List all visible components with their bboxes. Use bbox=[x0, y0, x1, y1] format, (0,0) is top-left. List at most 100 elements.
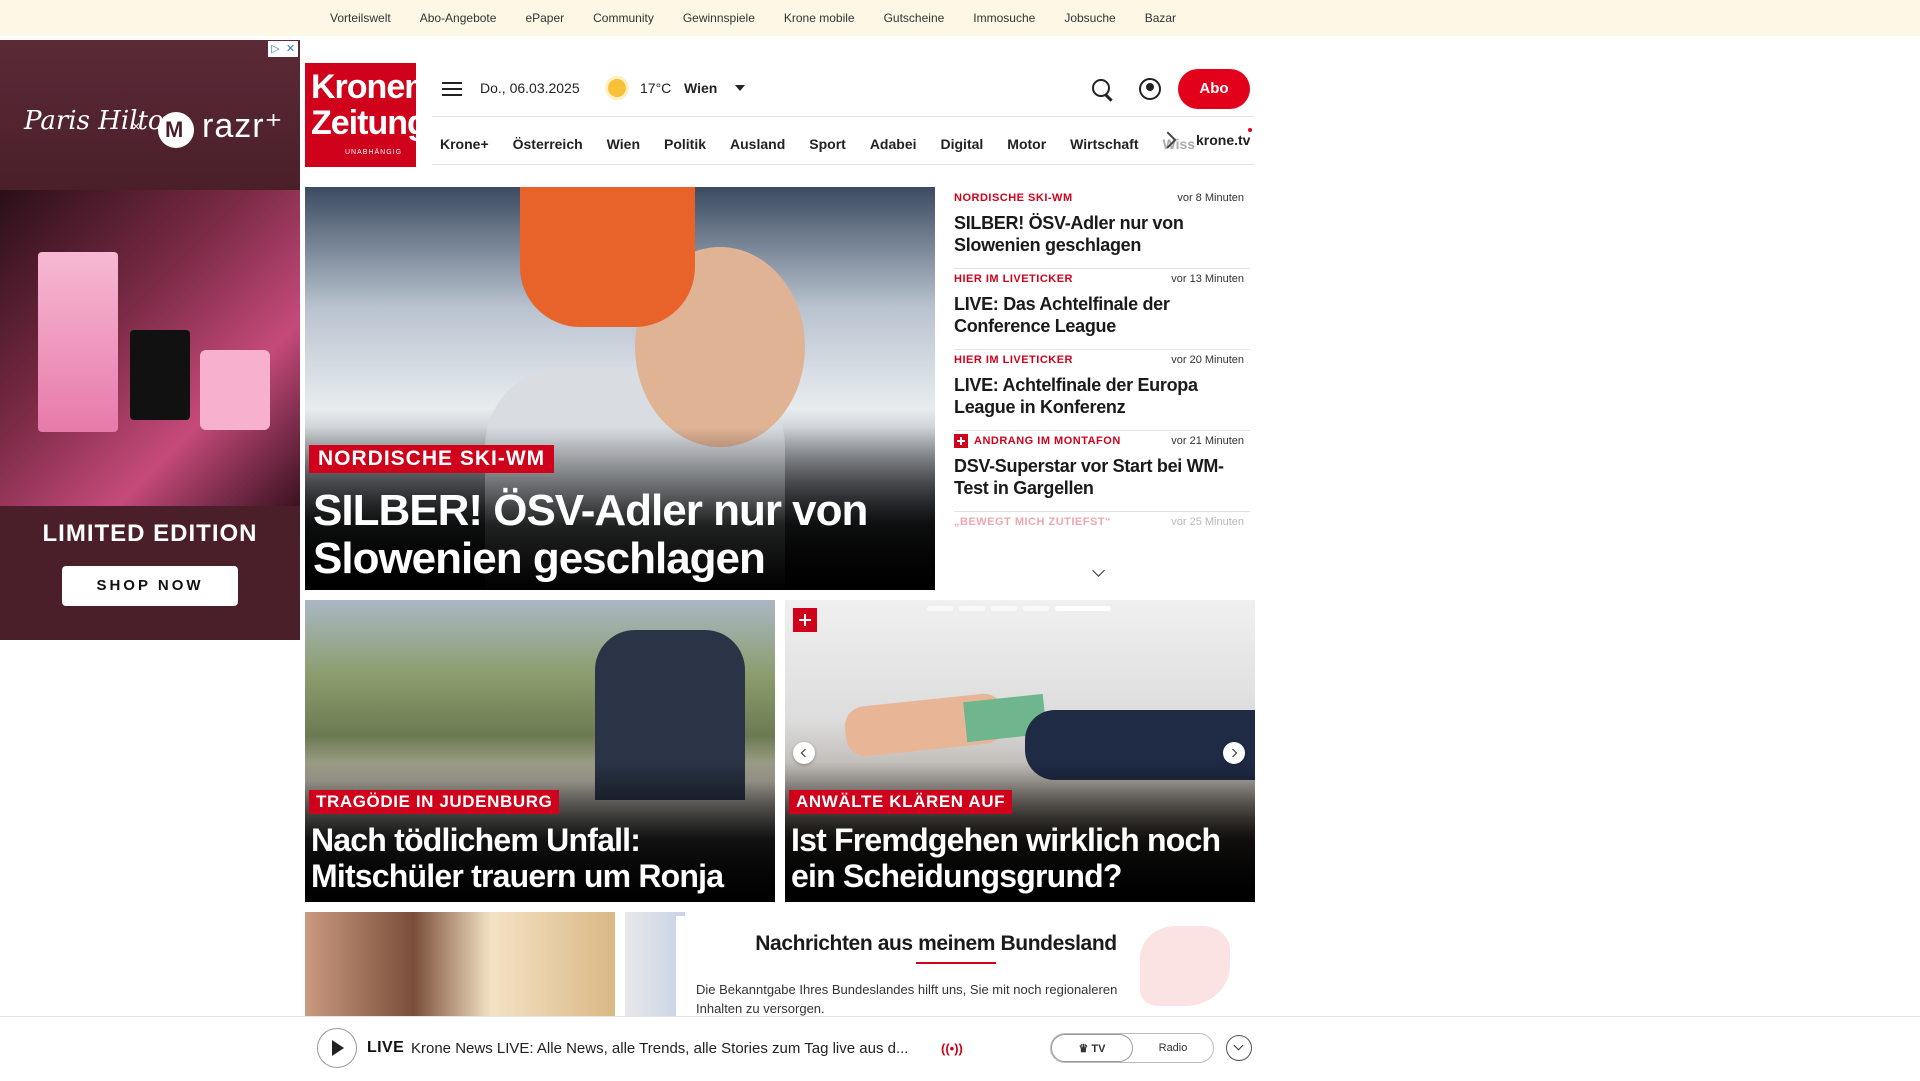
article-carousel-card[interactable]: ANWÄLTE KLÄREN AUF Ist Fremdgehen wirkli… bbox=[785, 600, 1255, 902]
live-stream-title[interactable]: Krone News LIVE: Alle News, alle Trends,… bbox=[411, 1040, 931, 1057]
nav-item-digital[interactable]: Digital bbox=[941, 136, 984, 152]
carousel-indicators[interactable] bbox=[927, 606, 1111, 611]
tv-toggle-label: TV bbox=[1091, 1043, 1106, 1055]
logo-line1: Kronen bbox=[311, 68, 425, 106]
topbar-link-krone-mobile[interactable]: Krone mobile bbox=[784, 11, 855, 25]
ticker-item[interactable]: ANDRANG IM MONTAFON vor 21 Minuten DSV-S… bbox=[954, 431, 1250, 512]
region-description: Die Bekanntgabe Ihres Bundeslandes hilft… bbox=[696, 982, 1118, 1016]
card-kicker: ANWÄLTE KLÄREN AUF bbox=[789, 790, 1013, 814]
nav-item-krone-tv[interactable]: krone.tv bbox=[1196, 132, 1250, 148]
topbar-link-jobsuche[interactable]: Jobsuche bbox=[1064, 11, 1115, 25]
top-utility-nav: Vorteilswelt Abo-Angebote ePaper Communi… bbox=[330, 0, 1176, 36]
chevron-down-icon[interactable] bbox=[735, 85, 745, 91]
carousel-next-icon[interactable] bbox=[1223, 742, 1245, 764]
ad-close-icon[interactable]: ✕ bbox=[283, 41, 298, 57]
ticker-kicker: HIER IM LIVETICKER bbox=[954, 273, 1074, 285]
topbar-link-bazar[interactable]: Bazar bbox=[1145, 11, 1176, 25]
ticker-time: vor 21 Minuten bbox=[1171, 435, 1244, 447]
motorola-logo-icon bbox=[158, 112, 194, 148]
nav-item-ausland[interactable]: Ausland bbox=[730, 136, 785, 152]
nav-divider bbox=[432, 164, 1254, 165]
carousel-prev-icon[interactable] bbox=[793, 742, 815, 764]
ticker-title[interactable]: LIVE: Das Achtelfinale der Conference Le… bbox=[954, 293, 1244, 337]
ticker-title[interactable]: SILBER! ÖSV-Adler nur von Slowenien gesc… bbox=[954, 212, 1244, 256]
topbar-link-gewinnspiele[interactable]: Gewinnspiele bbox=[683, 11, 755, 25]
article-card[interactable]: TRAGÖDIE IN JUDENBURG Nach tödlichem Unf… bbox=[305, 600, 775, 902]
live-label: LIVE bbox=[367, 1039, 405, 1056]
topbar-link-immosuche[interactable]: Immosuche bbox=[973, 11, 1035, 25]
ticker-time: vor 20 Minuten bbox=[1171, 354, 1244, 366]
topbar-link-gutscheine[interactable]: Gutscheine bbox=[884, 11, 945, 25]
nav-item-adabei[interactable]: Adabei bbox=[870, 136, 917, 152]
ticker-time: vor 8 Minuten bbox=[1177, 192, 1244, 204]
ticker-item[interactable]: HIER IM LIVETICKER vor 20 Minuten LIVE: … bbox=[954, 350, 1250, 431]
krone-plus-icon bbox=[954, 434, 968, 448]
nav-item-sport[interactable]: Sport bbox=[809, 136, 846, 152]
hero-image-helmet bbox=[520, 187, 695, 327]
krone-plus-icon bbox=[793, 608, 817, 632]
nav-item-krone-plus[interactable]: Krone+ bbox=[440, 136, 489, 152]
nav-item-wirtschaft[interactable]: Wirtschaft bbox=[1070, 136, 1138, 152]
search-icon[interactable] bbox=[1092, 79, 1110, 97]
radio-toggle-option[interactable]: Radio bbox=[1133, 1034, 1213, 1062]
ticker-kicker: „BEWEGT MICH ZUTIEFST“ bbox=[954, 516, 1112, 528]
card-kicker: TRAGÖDIE IN JUDENBURG bbox=[309, 790, 560, 814]
adchoices-icon[interactable]: ▷ bbox=[268, 41, 283, 57]
hamburger-menu-icon[interactable] bbox=[442, 82, 462, 96]
tv-radio-toggle[interactable]: ♛ TV Radio bbox=[1050, 1033, 1214, 1063]
live-dot-icon bbox=[1248, 128, 1252, 132]
card-title[interactable]: Ist Fremdgehen wirklich noch ein Scheidu… bbox=[791, 822, 1251, 894]
ad-collab-x: × bbox=[132, 118, 141, 134]
header-divider bbox=[432, 116, 1254, 117]
ticker-title[interactable]: LIVE: Achtelfinale der Europa League in … bbox=[954, 374, 1244, 418]
ad-shop-now-button[interactable]: SHOP NOW bbox=[62, 566, 238, 606]
nav-item-wien[interactable]: Wien bbox=[607, 136, 640, 152]
ticker-kicker: HIER IM LIVETICKER bbox=[954, 354, 1074, 366]
ticker-item[interactable]: HIER IM LIVETICKER vor 13 Minuten LIVE: … bbox=[954, 269, 1250, 350]
city-selector[interactable]: Wien bbox=[684, 80, 717, 96]
tv-toggle-option[interactable]: ♛ TV bbox=[1051, 1034, 1133, 1062]
sun-icon bbox=[608, 79, 626, 97]
hero-article[interactable]: NORDISCHE SKI-WM SILBER! ÖSV-Adler nur v… bbox=[305, 187, 935, 590]
topbar-link-vorteilswelt[interactable]: Vorteilswelt bbox=[330, 11, 391, 25]
ad-signature: Paris Hilton bbox=[24, 106, 181, 136]
ad-brand: razr⁺ bbox=[202, 107, 284, 145]
carousel-dot[interactable] bbox=[959, 606, 985, 611]
play-button[interactable] bbox=[317, 1028, 357, 1068]
nav-item-politik[interactable]: Politik bbox=[664, 136, 706, 152]
ad-headline: LIMITED EDITION bbox=[42, 520, 258, 547]
abo-button[interactable]: Abo bbox=[1178, 69, 1250, 109]
main-navigation: Krone+ Österreich Wien Politik Ausland S… bbox=[440, 124, 1201, 164]
live-player-bar: LIVE Krone News LIVE: Alle News, alle Tr… bbox=[305, 1016, 1255, 1081]
nav-item-motor[interactable]: Motor bbox=[1007, 136, 1046, 152]
ticker-kicker: NORDISCHE SKI-WM bbox=[954, 192, 1073, 204]
ad-header: Paris Hilton × razr⁺ ▷ ✕ bbox=[0, 40, 300, 190]
topbar-link-community[interactable]: Community bbox=[593, 11, 654, 25]
kronen-zeitung-logo[interactable]: Kronen Zeitung UNABHÄNGIG bbox=[305, 63, 428, 167]
ad-product-phone-pink bbox=[200, 350, 270, 430]
carousel-dot-active[interactable] bbox=[1055, 606, 1111, 611]
region-title-underline bbox=[916, 962, 996, 964]
region-title: Nachrichten aus meinem Bundesland bbox=[755, 932, 1117, 955]
hero-title[interactable]: SILBER! ÖSV-Adler nur von Slowenien gesc… bbox=[313, 487, 923, 583]
ticker-time: vor 25 Minuten bbox=[1171, 516, 1244, 528]
carousel-dot[interactable] bbox=[1023, 606, 1049, 611]
logo-line2: Zeitung bbox=[311, 104, 428, 142]
ad-product-image bbox=[0, 190, 300, 506]
player-expand-icon[interactable] bbox=[1226, 1035, 1252, 1061]
broadcast-icon: ((•)) bbox=[941, 1041, 963, 1056]
card-title[interactable]: Nach tödlichem Unfall: Mitschüler trauer… bbox=[311, 822, 771, 894]
topbar-link-abo-angebote[interactable]: Abo-Angebote bbox=[420, 11, 497, 25]
hero-kicker: NORDISCHE SKI-WM bbox=[309, 445, 555, 473]
ticker-title[interactable]: DSV-Superstar vor Start bei WM-Test in G… bbox=[954, 455, 1244, 499]
carousel-dot[interactable] bbox=[927, 606, 953, 611]
user-account-icon[interactable] bbox=[1139, 78, 1161, 100]
carousel-dot[interactable] bbox=[991, 606, 1017, 611]
logo-tagline: UNABHÄNGIG bbox=[345, 149, 403, 156]
advertisement-banner[interactable]: Paris Hilton × razr⁺ ▷ ✕ LIMITED EDITION… bbox=[0, 40, 300, 640]
nav-item-oesterreich[interactable]: Österreich bbox=[513, 136, 583, 152]
ad-controls: ▷ ✕ bbox=[268, 41, 298, 57]
topbar-link-epaper[interactable]: ePaper bbox=[525, 11, 564, 25]
ticker-item[interactable]: NORDISCHE SKI-WM vor 8 Minuten SILBER! Ö… bbox=[954, 188, 1250, 269]
crown-icon: ♛ bbox=[1078, 1043, 1089, 1055]
